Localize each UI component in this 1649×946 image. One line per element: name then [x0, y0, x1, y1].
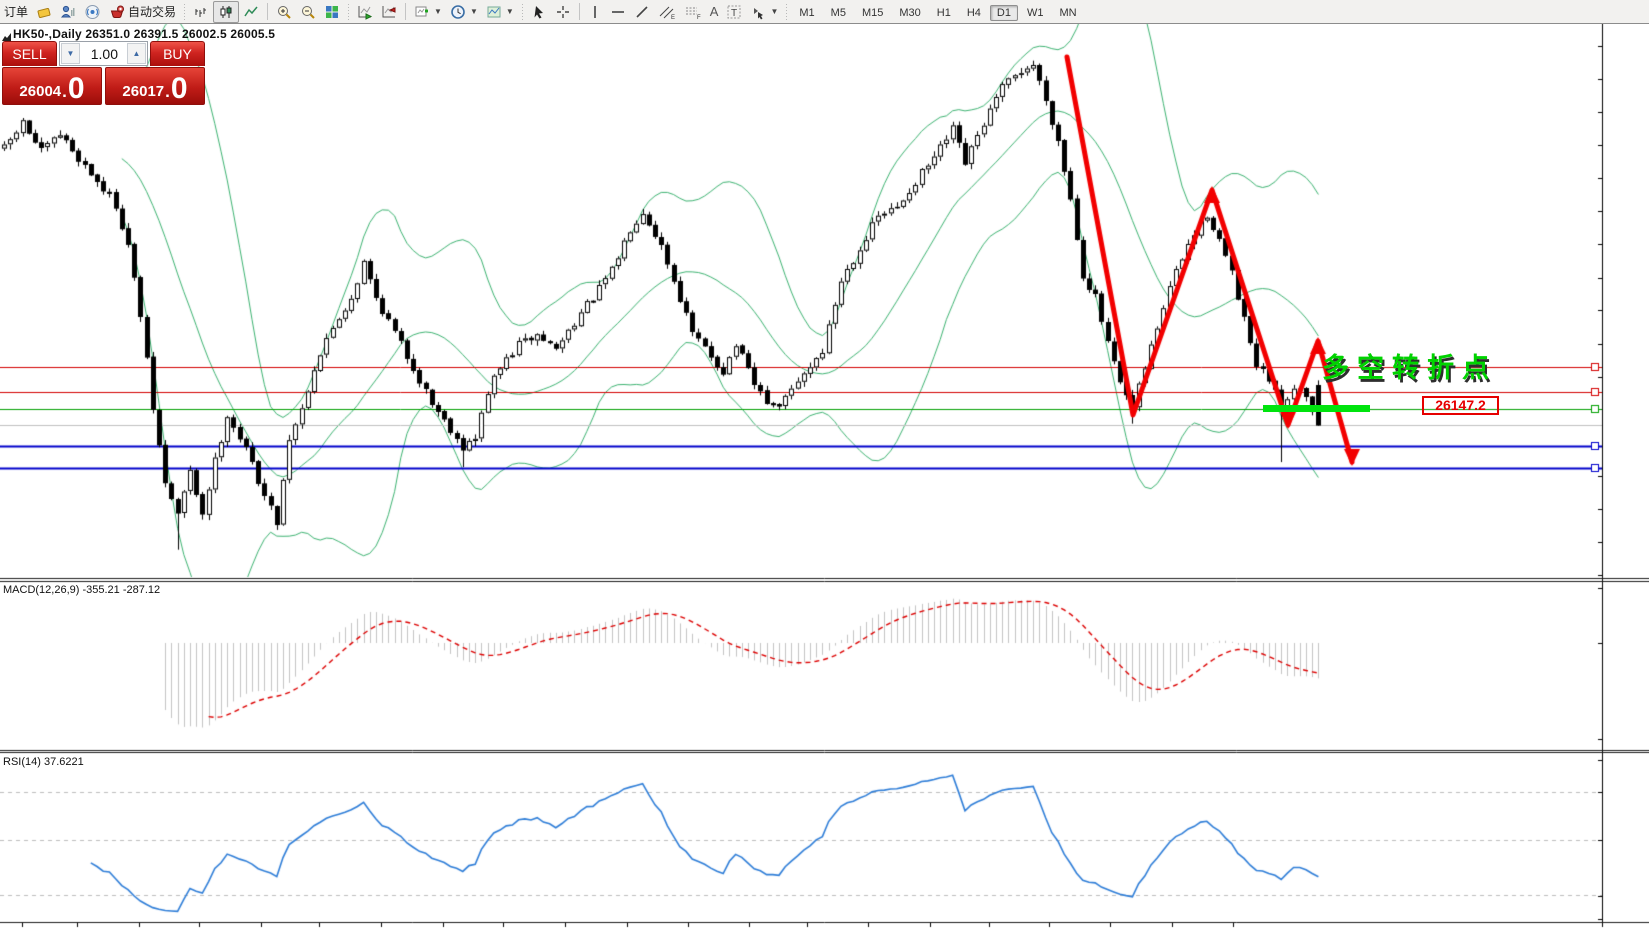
periods-button[interactable]: ▼	[446, 2, 482, 22]
top-toolbar: 订单 自动交易 ▼ ▼ ▼ E F A T ▼ M1 M5 M15 M30 H1…	[0, 0, 1649, 24]
timeframe-group: M1 M5 M15 M30 H1 H4 D1 W1 MN	[791, 4, 1084, 21]
chevron-down-icon: ▼	[434, 7, 442, 16]
clock-icon	[450, 4, 466, 20]
timeframe-button-h1[interactable]: H1	[930, 5, 958, 21]
toolbar-grip	[182, 3, 188, 20]
arrows-button[interactable]: ▼	[746, 2, 782, 22]
svg-text:F: F	[697, 15, 701, 20]
zoom-out-icon[interactable]	[296, 2, 320, 22]
timeframe-button-m1[interactable]: M1	[792, 5, 821, 21]
template-icon	[486, 4, 502, 20]
annotation-price-label[interactable]: 26147.2	[1422, 396, 1499, 415]
chevron-down-icon: ▼	[469, 7, 478, 16]
cursor-icon[interactable]	[527, 2, 551, 22]
autotrading-label: 自动交易	[128, 5, 177, 19]
new-order-label: 订单	[4, 5, 29, 19]
chart-shift-icon[interactable]	[377, 2, 401, 22]
one-click-trading-widget: SELL ▼ 1.00 ▲ BUY 26004. 0 26017. 0	[2, 41, 205, 105]
bars-chart-icon[interactable]	[189, 2, 213, 22]
rsi-label: RSI(14) 37.6221	[3, 756, 84, 768]
annotation-text[interactable]: 多空转折点	[1322, 346, 1497, 385]
auto-scroll-icon[interactable]	[353, 2, 377, 22]
chevron-down-icon: ▼	[770, 7, 779, 16]
volume-stepper: ▼ 1.00 ▲	[59, 41, 148, 66]
buy-button[interactable]: BUY	[150, 41, 205, 66]
toolbar-grip	[784, 3, 790, 20]
buy-price-button[interactable]: 26017. 0	[105, 67, 205, 105]
timeframe-button-m5[interactable]: M5	[824, 5, 853, 21]
new-order-button[interactable]: 订单	[0, 2, 32, 22]
sell-button[interactable]: SELL	[2, 41, 57, 66]
mt4-window: { "toolbar": { "new_order_label": "订单", …	[0, 0, 1649, 946]
text-label-icon[interactable]: T	[722, 2, 746, 22]
timeframe-button-h4[interactable]: H4	[960, 5, 988, 21]
fibonacci-icon[interactable]: F	[680, 2, 706, 22]
candlestick-chart-icon[interactable]	[213, 0, 240, 23]
crosshair-icon[interactable]	[551, 2, 575, 22]
sell-price: 26004	[19, 83, 62, 100]
chart-title: HK50-,Daily 26351.0 26391.5 26002.5 2600…	[13, 27, 276, 41]
sell-price-button[interactable]: 26004. 0	[2, 67, 102, 105]
autotrading-button[interactable]: 自动交易	[105, 2, 180, 22]
autotrading-icon	[109, 4, 125, 20]
new-chart-button[interactable]: ▼	[410, 2, 446, 22]
trendline-icon[interactable]	[630, 2, 654, 22]
zoom-in-icon[interactable]	[272, 2, 296, 22]
toolbar-separator	[267, 3, 269, 20]
vertical-line-icon[interactable]	[584, 2, 606, 22]
broadcast-icon[interactable]	[80, 2, 105, 22]
timeframe-button-w1[interactable]: W1	[1020, 5, 1051, 21]
tile-windows-icon[interactable]	[320, 2, 344, 22]
text-icon[interactable]: A	[706, 2, 723, 22]
svg-text:E: E	[671, 15, 675, 20]
buy-price: 26017	[122, 83, 165, 100]
macd-label: MACD(12,26,9) -355.21 -287.12	[3, 584, 161, 596]
line-chart-icon[interactable]	[239, 2, 263, 22]
new-chart-icon	[414, 4, 430, 20]
toolbar-separator	[405, 3, 407, 20]
equidistant-channel-icon[interactable]: E	[654, 2, 680, 22]
toolbar-separator	[578, 3, 580, 20]
timeframe-button-m15[interactable]: M15	[855, 5, 890, 21]
templates-button[interactable]: ▼	[482, 2, 518, 22]
timeframe-button-m30[interactable]: M30	[892, 5, 927, 21]
timeframe-button-d1[interactable]: D1	[989, 4, 1018, 21]
volume-increase-button[interactable]: ▲	[127, 43, 146, 64]
support-highlight[interactable]	[1263, 405, 1370, 412]
toolbar-grip	[346, 3, 352, 20]
timeframe-button-mn[interactable]: MN	[1052, 5, 1083, 21]
horizontal-line-icon[interactable]	[606, 2, 630, 22]
toolbar-grip	[519, 3, 525, 20]
arrows-icon	[750, 4, 766, 20]
envelope-icon[interactable]	[32, 2, 56, 22]
chevron-down-icon: ▼	[505, 7, 514, 16]
volume-value[interactable]: 1.00	[81, 42, 126, 65]
profile-icon[interactable]	[56, 2, 80, 22]
svg-text:T: T	[731, 8, 737, 19]
price-chart-canvas[interactable]	[0, 0, 1649, 946]
volume-decrease-button[interactable]: ▼	[61, 43, 80, 64]
